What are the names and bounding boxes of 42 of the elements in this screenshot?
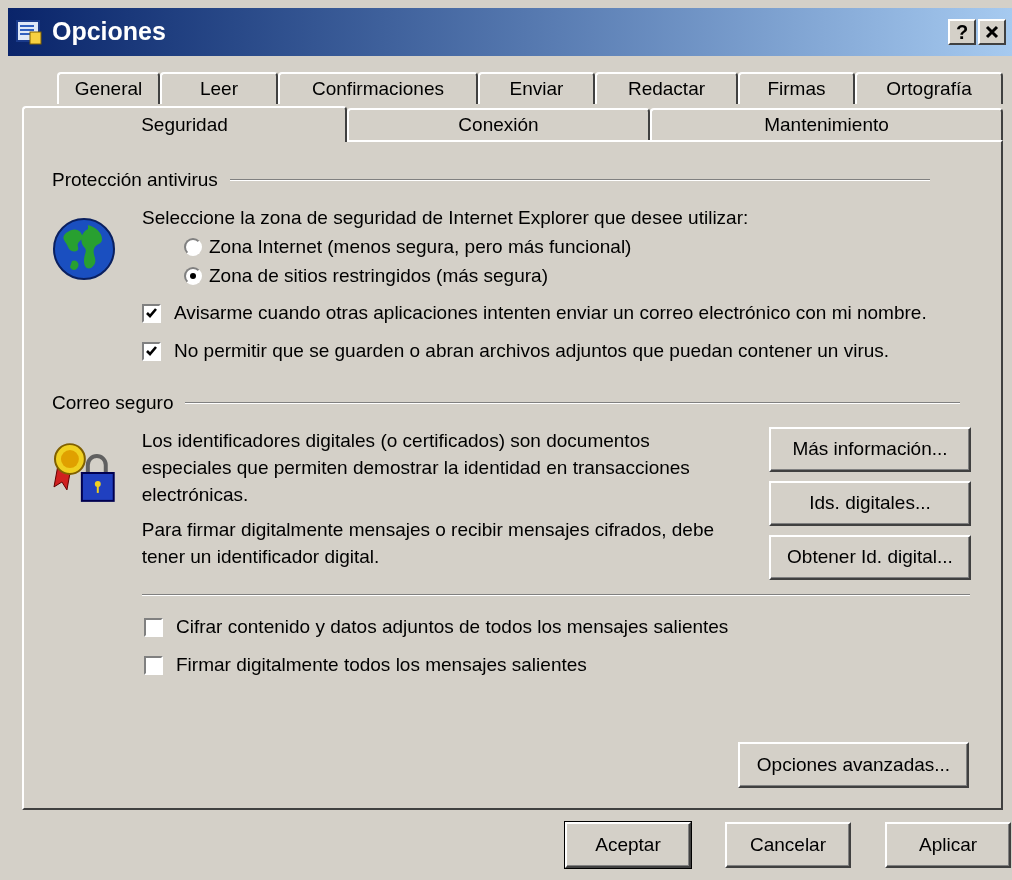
window-app-icon — [14, 17, 44, 47]
dialog-button[interactable]: Aplicar — [885, 822, 1011, 868]
tab[interactable]: Conexión — [347, 108, 650, 140]
dialog-button[interactable]: Cancelar — [725, 822, 851, 868]
help-button[interactable]: ? — [948, 19, 976, 45]
dialog-button[interactable]: Aceptar — [565, 822, 691, 868]
tab[interactable]: General — [57, 72, 160, 104]
close-button[interactable] — [978, 19, 1006, 45]
globe-icon — [52, 216, 116, 281]
certificate-note: Para firmar digitalmente mensajes o recibir mensajes cifrados, debe tener un identificador digital. — [141, 518, 716, 569]
checkmark-icon — [145, 307, 158, 320]
certificate-button[interactable]: Más información... — [769, 427, 971, 472]
radio-button[interactable] — [184, 267, 202, 285]
tab[interactable]: Redactar — [595, 72, 738, 104]
checkmark-icon — [145, 345, 158, 358]
checkbox-label: Firmar digitalmente todos los mensajes salientes — [176, 652, 587, 677]
certificate-description: Los identificadores digitales (o certificados) son documentos especiales que permiten demostrar la identidad en transacciones electrónicas. — [141, 429, 691, 507]
checkbox[interactable] — [142, 304, 161, 323]
checkbox-label: Cifrar contenido y datos adjuntos de todos los mensajes salientes — [176, 614, 729, 639]
tab[interactable]: Ortografía — [855, 72, 1003, 104]
checkbox-label: No permitir que se guarden o abran archivos adjuntos que puedan contener un virus. — [174, 339, 890, 364]
checkbox[interactable] — [144, 617, 163, 637]
zone-prompt: Seleccione la zona de seguridad de Internet Explorer que desee utilizar: — [142, 205, 750, 230]
checkbox[interactable] — [142, 342, 161, 361]
advanced-options-button[interactable]: Opciones avanzadas... — [738, 742, 969, 788]
tab[interactable]: Seguridad — [22, 106, 347, 142]
certificate-button[interactable]: Obtener Id. digital... — [769, 535, 971, 580]
checkbox[interactable] — [144, 655, 163, 675]
certificate-button[interactable]: Ids. digitales... — [769, 481, 971, 526]
checkbox-label: Avisarme cuando otras aplicaciones intenten enviar un correo electrónico con mi nombre. — [174, 301, 927, 326]
tab[interactable]: Confirmaciones — [278, 72, 478, 104]
tab[interactable]: Firmas — [738, 72, 855, 104]
group-heading: Correo seguro — [52, 390, 174, 415]
tab[interactable]: Leer — [160, 72, 278, 104]
radio-button[interactable] — [184, 238, 202, 256]
radio-label: Zona Internet (menos segura, pero más funcional) — [209, 234, 632, 259]
radio-label: Zona de sitios restringidos (más segura) — [209, 263, 548, 288]
tab[interactable]: Mantenimiento — [650, 108, 1003, 140]
window-title: Opciones — [52, 16, 166, 48]
tab[interactable]: Enviar — [478, 72, 595, 104]
group-heading: Protección antivirus — [52, 168, 218, 192]
close-icon — [985, 25, 999, 39]
